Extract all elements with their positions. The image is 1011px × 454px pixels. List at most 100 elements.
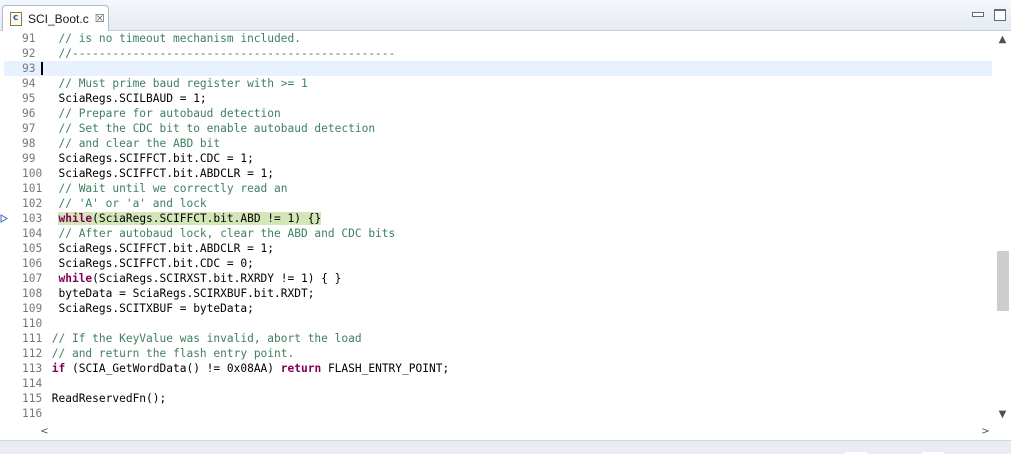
code-line[interactable]: 92 //-----------------------------------… (4, 46, 992, 61)
code-line[interactable]: 104 // After autobaud lock, clear the AB… (4, 226, 992, 241)
code-line[interactable]: 116 (4, 406, 992, 421)
horizontal-scrollbar[interactable]: < > (36, 423, 994, 440)
line-number: 115 (22, 392, 43, 405)
code-line[interactable]: 106 SciaRegs.SCIFFCT.bit.CDC = 0; (4, 256, 992, 271)
vertical-scrollbar[interactable]: ▲ ▼ (994, 31, 1011, 423)
line-code[interactable]: ReadReservedFn(); (45, 391, 167, 406)
comment-token: // Wait until we correctly read an (58, 182, 288, 195)
line-number: 112 (22, 347, 43, 360)
vertical-scroll-thumb[interactable] (997, 251, 1009, 311)
bottom-border (0, 440, 1011, 454)
code-line[interactable]: 111 // If the KeyValue was invalid, abor… (4, 331, 992, 346)
comment-token: // 'A' or 'a' and lock (58, 197, 207, 210)
code-line[interactable]: 112 // and return the flash entry point. (4, 346, 992, 361)
code-line[interactable]: 99 SciaRegs.SCIFFCT.bit.CDC = 1; (4, 151, 992, 166)
line-code[interactable]: byteData = SciaRegs.SCIRXBUF.bit.RXDT; (45, 286, 314, 301)
code-token: (SCIA_GetWordData() != 0x08AA) (65, 362, 281, 375)
keyword-token: if (51, 362, 66, 375)
line-number: 95 (22, 92, 36, 105)
code-line[interactable]: 108 byteData = SciaRegs.SCIRXBUF.bit.RXD… (4, 286, 992, 301)
code-token: SciaRegs.SCITXBUF = byteData; (58, 302, 254, 315)
line-code[interactable]: // Prepare for autobaud detection (45, 106, 281, 121)
line-code[interactable]: SciaRegs.SCIFFCT.bit.CDC = 1; (45, 151, 253, 166)
code-line[interactable]: 107 while(SciaRegs.SCIRXST.bit.RXRDY != … (4, 271, 992, 286)
code-line[interactable]: 110 (4, 316, 992, 331)
code-editor[interactable]: 91 // is no timeout mechanism included. 9… (0, 31, 1011, 454)
keyword-token: return (280, 362, 322, 375)
code-line[interactable]: 105 SciaRegs.SCIFFCT.bit.ABDCLR = 1; (4, 241, 992, 256)
code-line[interactable]: 103 while(SciaRegs.SCIFFCT.bit.ABD != 1)… (4, 211, 992, 226)
code-line[interactable]: 109 SciaRegs.SCITXBUF = byteData; (4, 301, 992, 316)
line-code[interactable]: //--------------------------------------… (45, 46, 395, 61)
minimize-icon[interactable] (971, 9, 984, 19)
scroll-right-icon[interactable]: > (977, 423, 994, 440)
line-number: 101 (22, 182, 43, 195)
code-token: byteData = SciaRegs.SCIRXBUF.bit.RXDT; (58, 287, 315, 300)
code-token: FLASH_ENTRY_POINT; (321, 362, 450, 375)
line-code[interactable]: // After autobaud lock, clear the ABD an… (45, 226, 395, 241)
code-token: ReadReservedFn(); (51, 392, 167, 405)
code-line[interactable]: 93 (4, 61, 992, 76)
line-code[interactable]: SciaRegs.SCITXBUF = byteData; (45, 301, 254, 316)
line-number: 116 (22, 407, 43, 420)
code-line[interactable]: 100 SciaRegs.SCIFFCT.bit.ABDCLR = 1; (4, 166, 992, 181)
line-code[interactable]: // Must prime baud register with >= 1 (45, 76, 308, 91)
line-code[interactable]: SciaRegs.SCIFFCT.bit.CDC = 0; (45, 256, 254, 271)
keyword-token: while (58, 272, 93, 285)
code-line[interactable]: 101 // Wait until we correctly read an (4, 181, 992, 196)
scroll-down-icon[interactable]: ▼ (994, 406, 1011, 423)
code-line[interactable]: 96 // Prepare for autobaud detection (4, 106, 992, 121)
line-number: 96 (22, 107, 36, 120)
c-source-file-icon: c (8, 11, 24, 27)
code-line[interactable]: 113 if (SCIA_GetWordData() != 0x08AA) re… (4, 361, 992, 376)
comment-token: // and clear the ABD bit (58, 137, 221, 150)
line-code[interactable]: while(SciaRegs.SCIFFCT.bit.ABD != 1) {} (45, 211, 322, 226)
code-line[interactable]: 97 // Set the CDC bit to enable autobaud… (4, 121, 992, 136)
code-token: SciaRegs.SCIFFCT.bit.CDC = 0; (58, 257, 254, 270)
line-number: 113 (22, 362, 43, 375)
window-controls (971, 9, 1006, 21)
maximize-icon[interactable] (993, 9, 1006, 21)
comment-token: // Prepare for autobaud detection (58, 107, 281, 120)
code-line[interactable]: 114 (4, 376, 992, 391)
tab-sci-boot[interactable]: c SCI_Boot.c ☒ (2, 5, 109, 31)
close-tab-icon[interactable]: ☒ (95, 12, 105, 25)
line-code[interactable]: SciaRegs.SCIFFCT.bit.ABDCLR = 1; (45, 166, 274, 181)
tab-title: SCI_Boot.c (28, 11, 89, 26)
line-number: 106 (22, 257, 43, 270)
line-code[interactable]: SciaRegs.SCIFFCT.bit.ABDCLR = 1; (45, 241, 274, 256)
line-code[interactable]: // Set the CDC bit to enable autobaud de… (45, 121, 375, 136)
line-number: 98 (22, 137, 36, 150)
comment-token: // Set the CDC bit to enable autobaud de… (58, 122, 376, 135)
line-number: 100 (22, 167, 43, 180)
scroll-up-icon[interactable]: ▲ (994, 31, 1011, 48)
comment-token: // and return the flash entry point. (51, 347, 295, 360)
line-code[interactable]: // and clear the ABD bit (45, 136, 220, 151)
line-number: 97 (22, 122, 36, 135)
line-number: 103 (22, 212, 43, 225)
comment-token: // is no timeout mechanism included. (58, 32, 301, 45)
keyword-token: while (58, 212, 93, 225)
line-code[interactable]: if (SCIA_GetWordData() != 0x08AA) return… (45, 361, 449, 376)
code-line[interactable]: 98 // and clear the ABD bit (4, 136, 992, 151)
editor-tab-bar: c SCI_Boot.c ☒ (0, 0, 1011, 31)
line-code[interactable]: SciaRegs.SCILBAUD = 1; (45, 91, 206, 106)
line-code[interactable]: // If the KeyValue was invalid, abort th… (45, 331, 362, 346)
comment-token: // After autobaud lock, clear the ABD an… (58, 227, 396, 240)
current-instruction-highlight: while(SciaRegs.SCIFFCT.bit.ABD != 1) {} (58, 212, 322, 225)
code-line[interactable]: 115 ReadReservedFn(); (4, 391, 992, 406)
line-code[interactable]: // is no timeout mechanism included. (45, 31, 301, 46)
comment-token: // Must prime baud register with >= 1 (58, 77, 308, 90)
code-line[interactable]: 102 // 'A' or 'a' and lock (4, 196, 992, 211)
line-code[interactable]: // and return the flash entry point. (45, 346, 294, 361)
line-number: 91 (22, 32, 36, 45)
code-line[interactable]: 91 // is no timeout mechanism included. (4, 31, 992, 46)
line-code[interactable]: while(SciaRegs.SCIRXST.bit.RXRDY != 1) {… (45, 271, 341, 286)
scroll-left-icon[interactable]: < (36, 423, 53, 440)
line-code[interactable]: // Wait until we correctly read an (45, 181, 288, 196)
line-code[interactable]: // 'A' or 'a' and lock (45, 196, 207, 211)
code-lines[interactable]: 91 // is no timeout mechanism included. 9… (4, 31, 992, 423)
line-number: 99 (22, 152, 36, 165)
code-line[interactable]: 95 SciaRegs.SCILBAUD = 1; (4, 91, 992, 106)
code-line[interactable]: 94 // Must prime baud register with >= 1 (4, 76, 992, 91)
